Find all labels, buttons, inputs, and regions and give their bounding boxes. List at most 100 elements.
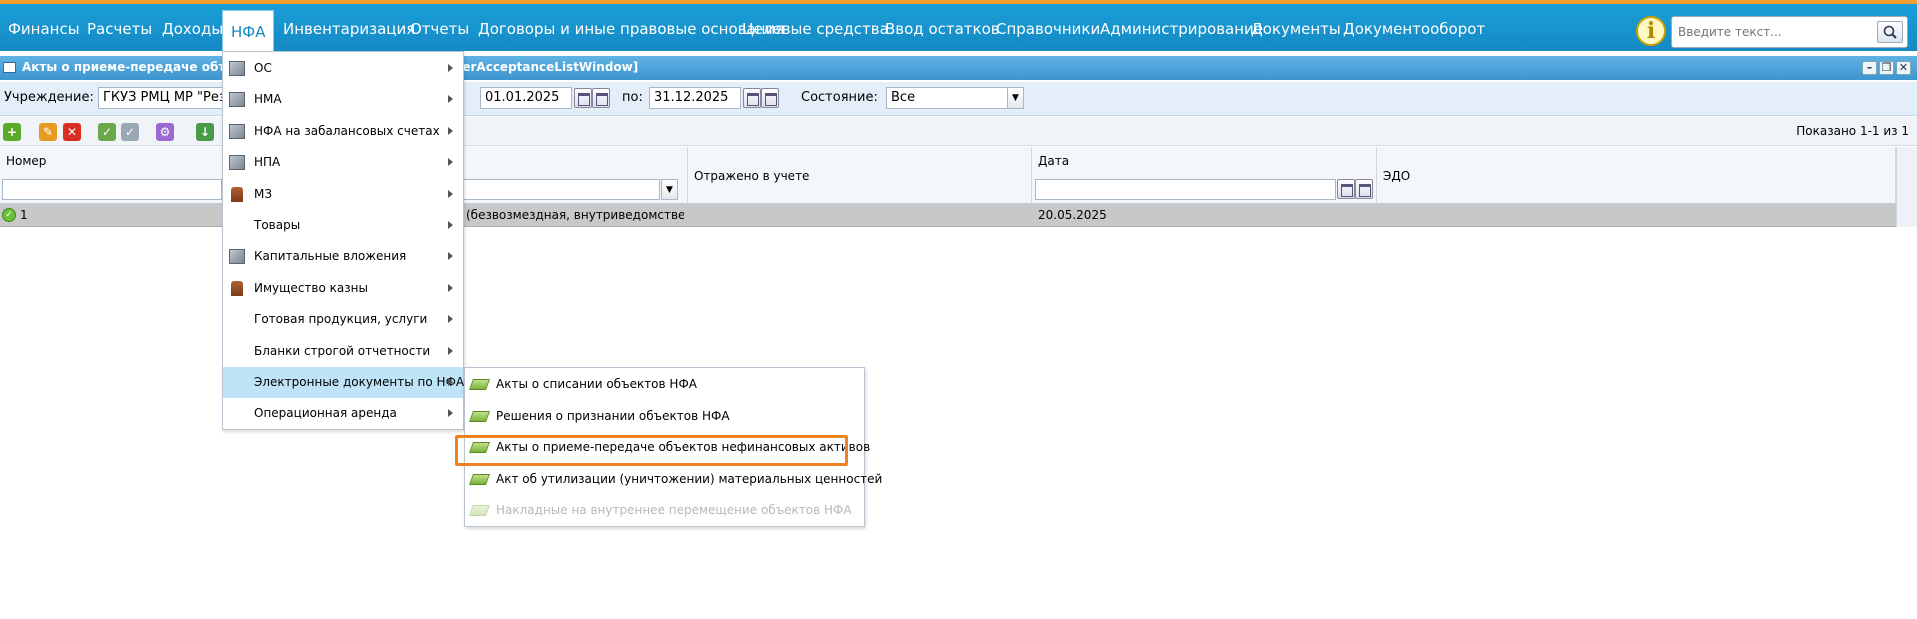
menu-item[interactable]: МЗ: [223, 179, 463, 210]
info-icon[interactable]: i: [1636, 16, 1666, 46]
nav-item[interactable]: Документооборот: [1335, 8, 1493, 50]
box-icon: [229, 155, 245, 171]
check-circle-icon: ✓: [2, 208, 16, 222]
date-to-field[interactable]: 31.12.2025: [649, 87, 741, 109]
menu-item-label: Электронные документы по НФА: [254, 375, 465, 389]
submenu-item[interactable]: Акт об утилизации (уничтожении) материал…: [465, 464, 882, 495]
settings-icon[interactable]: ⚙: [156, 123, 174, 141]
box-icon: [229, 61, 245, 76]
column-title: Номер: [6, 154, 47, 168]
menu-item[interactable]: НПА: [223, 147, 463, 178]
menu-item[interactable]: Капитальные вложения: [223, 241, 463, 272]
nav-item[interactable]: Финансы: [0, 8, 88, 50]
calendar-icon[interactable]: [1337, 179, 1355, 199]
chevron-right-icon: [448, 378, 453, 386]
nav-item[interactable]: Расчеты: [79, 8, 160, 50]
calendar-icon[interactable]: [574, 88, 592, 108]
nav-item[interactable]: Отчеты: [402, 8, 477, 50]
submenu-item: Накладные на внутреннее перемещение объе…: [465, 495, 864, 526]
menu-item-label: НПА: [254, 155, 281, 170]
submenu-item[interactable]: Акты о приеме-передаче объектов нефинанс…: [465, 432, 870, 463]
nav-item[interactable]: Доходы: [154, 8, 231, 50]
menu-item[interactable]: Бланки строгой отчетности: [223, 336, 463, 367]
nav-item[interactable]: Целевые средства: [734, 8, 897, 50]
minimize-icon[interactable]: –: [1862, 61, 1877, 75]
menu-item[interactable]: Электронные документы по НФА: [223, 367, 465, 398]
column-date[interactable]: Дата: [1032, 147, 1377, 204]
calendar-clear-icon[interactable]: [1355, 179, 1373, 199]
chevron-right-icon: [448, 409, 453, 418]
menu-item-label: НМА: [254, 92, 282, 107]
nav-item[interactable]: Справочники: [988, 8, 1108, 50]
search-icon: [1883, 25, 1897, 39]
search-input[interactable]: [1678, 22, 1868, 42]
document-icon: [468, 379, 491, 390]
window-icon: [3, 62, 16, 73]
calendar-clear-icon[interactable]: [761, 88, 779, 108]
submenu-item-label: Акт об утилизации (уничтожении) материал…: [496, 471, 883, 486]
cell-number: 1: [20, 208, 28, 222]
chevron-right-icon: [448, 252, 453, 261]
chevron-down-icon[interactable]: ▼: [1007, 87, 1024, 109]
calendar-clear-icon[interactable]: [592, 88, 610, 108]
unapprove-icon[interactable]: ✓: [121, 123, 139, 141]
submenu-item[interactable]: Решения о признании объектов НФА: [465, 401, 864, 432]
cell-type: (безвозмездная, внутриведомствен...: [466, 208, 684, 222]
close-icon[interactable]: ✕: [1896, 61, 1911, 75]
menu-item[interactable]: Товары: [223, 210, 463, 241]
global-search: [1671, 16, 1908, 48]
chevron-down-icon[interactable]: ▼: [661, 179, 678, 200]
institution-field[interactable]: ГКУЗ РМЦ МР "Резе: [98, 87, 228, 109]
menu-item[interactable]: Имущество казны: [223, 273, 463, 304]
document-icon: [468, 442, 491, 453]
chevron-right-icon: [448, 189, 453, 198]
menu-item[interactable]: Готовая продукция, услуги: [223, 304, 463, 335]
box-icon: [229, 123, 245, 139]
menu-item[interactable]: НМА: [223, 84, 463, 115]
cell-date: 20.05.2025: [1038, 208, 1107, 222]
column-title: Дата: [1038, 154, 1070, 168]
date-filter-input[interactable]: [1035, 179, 1336, 200]
edit-icon[interactable]: ✎: [39, 123, 57, 141]
type-filter-select[interactable]: [460, 179, 660, 200]
approve-icon[interactable]: ✓: [98, 123, 116, 141]
nav-item[interactable]: Документы: [1243, 8, 1349, 50]
document-icon: [468, 505, 491, 516]
nav-item[interactable]: НФА: [222, 10, 275, 54]
number-filter-input[interactable]: [2, 179, 222, 200]
restore-icon[interactable]: ❐: [1879, 61, 1894, 75]
menu-item-label: ОС: [254, 61, 272, 75]
electronic-docs-submenu: Акты о списании объектов НФА Решения о пр…: [464, 367, 882, 527]
box-icon: [229, 249, 245, 265]
state-select[interactable]: Все: [886, 87, 1008, 109]
search-button[interactable]: [1877, 21, 1903, 43]
menu-item-label: Операционная аренда: [254, 406, 397, 421]
delete-icon[interactable]: ✕: [63, 123, 81, 141]
menu-item[interactable]: НФА на забалансовых счетах: [223, 116, 463, 147]
submenu-item-label: Накладные на внутреннее перемещение объе…: [496, 503, 852, 517]
vertical-scrollbar[interactable]: [1896, 147, 1917, 227]
records-count: Показано 1-1 из 1: [1796, 124, 1909, 138]
menu-item-label: НФА на забалансовых счетах: [254, 123, 440, 138]
date-to-label: по:: [622, 90, 643, 105]
add-icon[interactable]: +: [3, 123, 21, 141]
export-icon[interactable]: ↓: [196, 123, 214, 141]
chevron-right-icon: [448, 64, 453, 72]
menu-item-label: Бланки строгой отчетности: [254, 343, 431, 358]
chevron-right-icon: [448, 126, 453, 135]
submenu-item[interactable]: Акты о списании объектов НФА: [465, 369, 864, 400]
menu-item[interactable]: ОС: [223, 53, 463, 84]
menu-item-label: Капитальные вложения: [254, 249, 407, 264]
menu-item-label: Товары: [254, 218, 301, 232]
window-title-suffix: sferAcceptanceListWindow]: [450, 60, 639, 74]
column-reflected[interactable]: Отражено в учете: [688, 147, 1032, 204]
column-edo[interactable]: ЭДО: [1377, 147, 1896, 204]
calendar-icon[interactable]: [743, 88, 761, 108]
submenu-item-label: Решения о признании объектов НФА: [496, 408, 730, 423]
chevron-right-icon: [448, 158, 453, 167]
chevron-right-icon: [448, 95, 453, 104]
date-from-field[interactable]: 01.01.2025: [480, 87, 572, 109]
state-label: Состояние:: [801, 90, 878, 105]
menu-item[interactable]: Операционная аренда: [223, 398, 463, 429]
chevron-right-icon: [448, 346, 453, 355]
